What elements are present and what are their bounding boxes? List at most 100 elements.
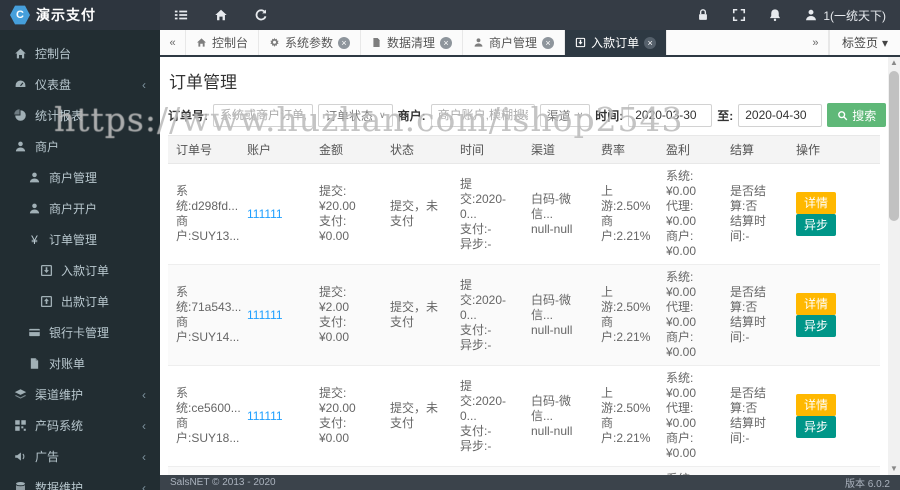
tab-close-icon[interactable]: × bbox=[440, 36, 453, 49]
col-order-no: 订单号 bbox=[168, 135, 239, 164]
sidebar-item-channel-maintain[interactable]: 渠道维护 ‹ bbox=[0, 379, 160, 410]
tabs-scroll-right-icon[interactable]: » bbox=[803, 30, 829, 55]
cell-profit: 系统:¥0.00 代理:¥0.00 商户:¥0.00 bbox=[658, 365, 722, 467]
sidebar-item-dashboard[interactable]: 仪表盘 ‹ bbox=[0, 69, 160, 100]
sidebar-item-order-manage[interactable]: ¥ 订单管理 bbox=[0, 224, 160, 255]
sidebar-item-merchant[interactable]: 商户 bbox=[0, 131, 160, 162]
chevron-down-icon: ∨ bbox=[379, 109, 386, 120]
account-link[interactable]: 111111 bbox=[247, 308, 283, 322]
tab-label: 数据清理 bbox=[387, 36, 436, 50]
megaphone-icon bbox=[14, 450, 27, 463]
brand-title: 演示支付 bbox=[36, 7, 96, 23]
merchant-input[interactable] bbox=[430, 103, 535, 127]
bell-icon[interactable] bbox=[768, 8, 782, 22]
cell-status: 提交，未支付 bbox=[382, 163, 452, 265]
async-button[interactable]: 异步 bbox=[796, 315, 837, 338]
sidebar-toggle-icon[interactable] bbox=[174, 8, 188, 22]
incoming-order-icon bbox=[575, 37, 586, 48]
time-submit-text: 提交:2020-0... bbox=[460, 378, 507, 423]
tabs-scroll-left-icon[interactable]: « bbox=[160, 30, 186, 55]
refresh-icon[interactable] bbox=[254, 8, 268, 22]
order-status-select[interactable]: 订单状态 ∨ bbox=[318, 103, 393, 127]
sidebar-item-merchant-open[interactable]: 商户开户 bbox=[0, 193, 160, 224]
sidebar-item-merchant-manage[interactable]: 商户管理 bbox=[0, 162, 160, 193]
tab-console[interactable]: 控制台 bbox=[186, 30, 260, 55]
cell-account: 111111 bbox=[239, 264, 311, 366]
sidebar-item-qrcode-system[interactable]: 产码系统 ‹ bbox=[0, 410, 160, 441]
cell-rate: 上游:2.50% 商户:2.21% bbox=[593, 163, 658, 265]
detail-button[interactable]: 详情 bbox=[796, 292, 837, 315]
sidebar-item-console[interactable]: 控制台 bbox=[0, 38, 160, 69]
sidebar-item-statement[interactable]: 对账单 bbox=[0, 348, 160, 379]
profit-system-text: 系统:¥0.00 bbox=[666, 169, 697, 198]
channel-select[interactable]: 渠道 ∨ bbox=[539, 103, 591, 127]
tab-merchant-manage[interactable]: 商户管理 × bbox=[463, 30, 566, 55]
cell-account: 111111 bbox=[239, 365, 311, 467]
amount-paid-text: 支付:¥0.00 bbox=[319, 214, 350, 243]
user-add-icon bbox=[28, 202, 41, 215]
time-to-input[interactable] bbox=[738, 103, 823, 127]
sidebar-item-outgoing-orders[interactable]: 出款订单 bbox=[0, 286, 160, 317]
time-from-input[interactable] bbox=[628, 103, 713, 127]
order-no-input[interactable] bbox=[213, 103, 313, 127]
scrollbar-thumb[interactable] bbox=[889, 71, 899, 221]
tab-incoming-orders[interactable]: 入款订单 × bbox=[565, 30, 668, 55]
user-icon bbox=[14, 140, 27, 153]
sidebar-item-label: 数据维护 bbox=[35, 481, 84, 490]
vertical-scrollbar[interactable]: ▲ ▼ bbox=[888, 57, 900, 475]
tab-close-icon[interactable]: × bbox=[338, 36, 351, 49]
async-button[interactable]: 异步 bbox=[796, 416, 837, 439]
account-link[interactable]: 111111 bbox=[247, 409, 283, 423]
navbar-right-icons: 1(一统天下) bbox=[696, 7, 900, 24]
settle-flag-text: 是否结算:否 bbox=[730, 285, 767, 314]
search-button[interactable]: 搜索 bbox=[827, 103, 887, 127]
incoming-order-icon bbox=[40, 264, 53, 277]
cell-time: 提交:2020-0... 支付:- 异步:- bbox=[452, 163, 523, 265]
detail-button[interactable]: 详情 bbox=[796, 393, 837, 416]
cell-channel: 白码-微信... null-null bbox=[523, 466, 593, 475]
user-icon bbox=[473, 37, 484, 48]
fullscreen-icon[interactable] bbox=[732, 8, 746, 22]
cell-amount: 提交:¥20.00 支付:¥0.00 bbox=[311, 365, 382, 467]
sidebar-item-label: 对账单 bbox=[49, 357, 86, 371]
cell-time: 提交:2020-0... 支付:- 异步:- bbox=[452, 365, 523, 467]
tab-system-params[interactable]: 系统参数 × bbox=[259, 30, 362, 55]
lock-icon[interactable] bbox=[696, 8, 710, 22]
detail-button[interactable]: 详情 bbox=[796, 191, 837, 214]
tabs-dropdown[interactable]: 标签页 ▾ bbox=[828, 30, 900, 55]
tab-bar-right: » 标签页 ▾ bbox=[803, 30, 900, 55]
channel-sub-text: null-null bbox=[531, 322, 573, 337]
sidebar-item-label: 渠道维护 bbox=[35, 388, 84, 402]
rate-merchant-text: 商户:2.21% bbox=[601, 315, 651, 344]
order-sys-text: 系统:d298fd... bbox=[176, 184, 239, 213]
tab-close-icon[interactable]: × bbox=[542, 36, 555, 49]
sidebar-item-bank-card[interactable]: 银行卡管理 bbox=[0, 317, 160, 348]
time-label: 时间: bbox=[595, 108, 624, 123]
sidebar-item-ads[interactable]: 广告 ‹ bbox=[0, 441, 160, 472]
user-label: 1(一统天下) bbox=[823, 8, 886, 23]
account-link[interactable]: 111111 bbox=[247, 207, 283, 221]
order-no-label: 订单号: bbox=[168, 108, 208, 123]
async-button[interactable]: 异步 bbox=[796, 214, 837, 237]
orders-table: 订单号 账户 金额 状态 时间 渠道 费率 盈利 结算 操作 系统:d298fd… bbox=[168, 135, 880, 475]
settle-flag-text: 是否结算:否 bbox=[730, 184, 767, 213]
outgoing-order-icon bbox=[40, 295, 53, 308]
tab-close-icon[interactable]: × bbox=[644, 36, 657, 49]
user-menu[interactable]: 1(一统天下) bbox=[804, 7, 886, 24]
sidebar-item-incoming-orders[interactable]: 入款订单 bbox=[0, 255, 160, 286]
scroll-down-icon[interactable]: ▼ bbox=[888, 463, 900, 475]
settle-time-text: 结算时间:- bbox=[730, 315, 767, 344]
layers-icon bbox=[14, 388, 27, 401]
cell-rate: 上游:2.50% 商户:2.21% bbox=[593, 264, 658, 366]
home-icon[interactable] bbox=[214, 8, 228, 22]
sidebar-item-data-maintain[interactable]: 数据维护 ‹ bbox=[0, 472, 160, 490]
channel-value: 渠道 bbox=[546, 108, 571, 123]
scroll-up-icon[interactable]: ▲ bbox=[888, 57, 900, 69]
tab-data-clean[interactable]: 数据清理 × bbox=[361, 30, 464, 55]
chevron-left-icon: ‹ bbox=[142, 480, 146, 490]
cell-status: 提交，未支付 bbox=[382, 466, 452, 475]
app-window: C 演示支付 1(一统天下) 控制台 仪表盘 ‹ 统计报表 商户 商户管理 商户… bbox=[0, 0, 900, 490]
cell-time: 提交:2020-0... 支付:- 异步:- bbox=[452, 466, 523, 475]
cell-order-no: 系统:d298fd... 商户:SUY13... bbox=[168, 163, 239, 265]
sidebar-item-statistics[interactable]: 统计报表 bbox=[0, 100, 160, 131]
